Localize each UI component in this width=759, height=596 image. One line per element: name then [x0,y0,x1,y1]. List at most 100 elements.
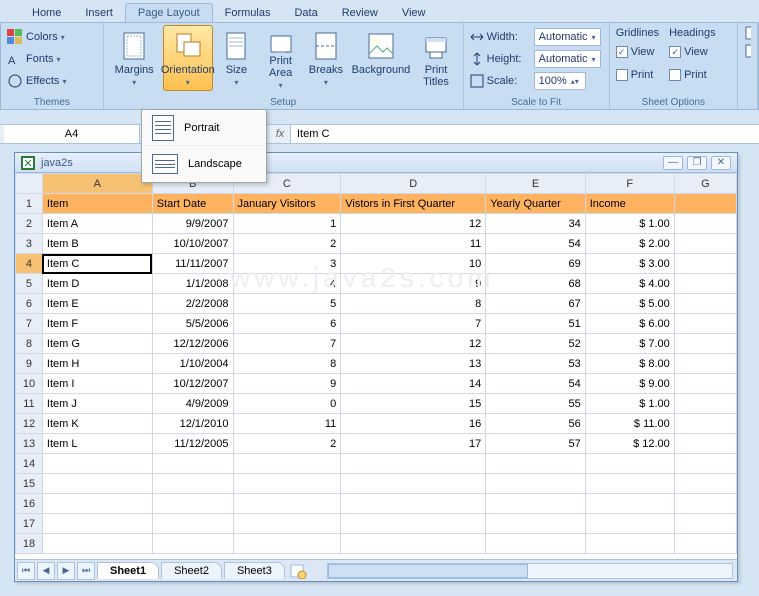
cell-16-G[interactable] [674,494,736,514]
cell-12-A[interactable]: Item K [42,414,152,434]
grid[interactable]: ABCDEFG1ItemStart DateJanuary VisitorsVi… [15,173,737,559]
cell-1-A[interactable]: Item [42,194,152,214]
cell-5-B[interactable]: 1/1/2008 [152,274,233,294]
cell-16-F[interactable] [585,494,674,514]
cell-3-C[interactable]: 2 [233,234,341,254]
cell-15-G[interactable] [674,474,736,494]
cell-7-D[interactable]: 7 [341,314,486,334]
cell-16-D[interactable] [341,494,486,514]
cell-4-F[interactable]: $ 3.00 [585,254,674,274]
headings-print-check[interactable]: Print [669,65,715,85]
cell-16-C[interactable] [233,494,341,514]
cell-14-F[interactable] [585,454,674,474]
cell-7-C[interactable]: 6 [233,314,341,334]
cell-18-B[interactable] [152,534,233,554]
formula-input[interactable]: Item C [290,125,759,143]
cell-6-C[interactable]: 5 [233,294,341,314]
cell-14-A[interactable] [42,454,152,474]
cell-17-F[interactable] [585,514,674,534]
cell-10-C[interactable]: 9 [233,374,341,394]
cell-1-G[interactable] [674,194,736,214]
gridlines-view-check[interactable]: ✓View [616,42,659,62]
row-header-8[interactable]: 8 [16,334,43,354]
size-button[interactable]: Size▾ [217,25,256,91]
themes-fonts[interactable]: A Fonts▾ [7,49,61,69]
cell-2-A[interactable]: Item A [42,214,152,234]
col-header-G[interactable]: G [674,174,736,194]
cell-13-G[interactable] [674,434,736,454]
cell-18-D[interactable] [341,534,486,554]
cell-1-D[interactable]: Vistors in First Quarter [341,194,486,214]
margins-button[interactable]: Margins▾ [110,25,159,91]
cell-9-F[interactable]: $ 8.00 [585,354,674,374]
cell-2-F[interactable]: $ 1.00 [585,214,674,234]
row-header-10[interactable]: 10 [16,374,43,394]
cell-6-A[interactable]: Item E [42,294,152,314]
cell-9-D[interactable]: 13 [341,354,486,374]
col-header-A[interactable]: A [42,174,152,194]
cell-1-F[interactable]: Income [585,194,674,214]
cell-5-E[interactable]: 68 [486,274,585,294]
sheet-nav-first[interactable]: ⏮ [17,562,35,580]
cell-13-E[interactable]: 57 [486,434,585,454]
orientation-landscape[interactable]: Landscape [142,146,266,182]
cell-5-C[interactable]: 4 [233,274,341,294]
cell-15-D[interactable] [341,474,486,494]
orientation-button[interactable]: Orientation▾ [163,25,213,91]
cell-13-A[interactable]: Item L [42,434,152,454]
cell-14-E[interactable] [486,454,585,474]
cell-7-E[interactable]: 51 [486,314,585,334]
cell-9-A[interactable]: Item H [42,354,152,374]
select-all-corner[interactable] [16,174,43,194]
cell-10-A[interactable]: Item I [42,374,152,394]
headings-view-check[interactable]: ✓View [669,42,715,62]
cell-2-G[interactable] [674,214,736,234]
cell-2-D[interactable]: 12 [341,214,486,234]
row-header-4[interactable]: 4 [16,254,43,274]
cell-17-D[interactable] [341,514,486,534]
sheet-tab-3[interactable]: Sheet3 [224,562,285,579]
row-header-14[interactable]: 14 [16,454,43,474]
gridlines-print-check[interactable]: Print [616,65,659,85]
window-close[interactable]: ✕ [711,156,731,170]
cell-4-G[interactable] [674,254,736,274]
cell-3-G[interactable] [674,234,736,254]
cell-15-F[interactable] [585,474,674,494]
tab-review[interactable]: Review [330,4,390,22]
sheet-nav-last[interactable]: ⏭ [77,562,95,580]
cell-9-G[interactable] [674,354,736,374]
row-header-12[interactable]: 12 [16,414,43,434]
cell-18-C[interactable] [233,534,341,554]
cell-18-E[interactable] [486,534,585,554]
cell-17-E[interactable] [486,514,585,534]
cell-3-E[interactable]: 54 [486,234,585,254]
insert-sheet-icon[interactable] [289,563,307,579]
cell-4-C[interactable]: 3 [233,254,341,274]
cell-8-A[interactable]: Item G [42,334,152,354]
tab-insert[interactable]: Insert [73,4,125,22]
cell-2-E[interactable]: 34 [486,214,585,234]
cell-1-E[interactable]: Yearly Quarter [486,194,585,214]
cell-11-E[interactable]: 55 [486,394,585,414]
cell-5-A[interactable]: Item D [42,274,152,294]
cell-17-C[interactable] [233,514,341,534]
sheet-nav-next[interactable]: ▶ [57,562,75,580]
cell-16-A[interactable] [42,494,152,514]
cell-9-E[interactable]: 53 [486,354,585,374]
cell-11-G[interactable] [674,394,736,414]
name-box[interactable]: A4 [4,125,140,143]
cell-8-G[interactable] [674,334,736,354]
cell-4-B[interactable]: 11/11/2007 [152,254,233,274]
window-minimize[interactable]: — [663,156,683,170]
row-header-13[interactable]: 13 [16,434,43,454]
cell-1-C[interactable]: January Visitors [233,194,341,214]
row-header-1[interactable]: 1 [16,194,43,214]
cell-7-A[interactable]: Item F [42,314,152,334]
orientation-portrait[interactable]: Portrait [142,110,266,146]
cell-8-D[interactable]: 12 [341,334,486,354]
cell-16-B[interactable] [152,494,233,514]
cell-5-D[interactable]: 9 [341,274,486,294]
tab-formulas[interactable]: Formulas [213,4,283,22]
row-header-11[interactable]: 11 [16,394,43,414]
col-header-E[interactable]: E [486,174,585,194]
